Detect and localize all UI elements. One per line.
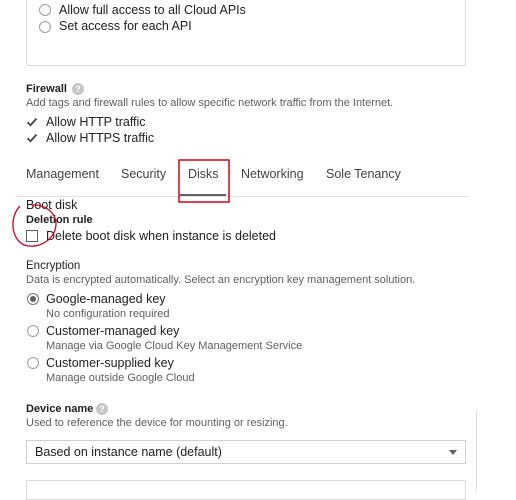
help-icon[interactable]: ? (72, 83, 84, 95)
chevron-down-icon (449, 450, 457, 455)
customer-supplied-key-sub: Manage outside Google Cloud (46, 372, 195, 384)
boot-disk-title: Boot disk (26, 198, 78, 212)
customer-supplied-key-label: Customer-supplied key (46, 356, 174, 370)
encryption-description: Data is encrypted automatically. Select … (26, 274, 416, 286)
next-field-input[interactable] (26, 480, 466, 500)
http-checkbox[interactable] (26, 116, 38, 128)
tab-management[interactable]: Management (26, 167, 99, 181)
access-per-api-radio[interactable] (39, 21, 51, 33)
customer-managed-key-sub: Manage via Google Cloud Key Management S… (46, 340, 303, 352)
device-name-select-value: Based on instance name (default) (35, 445, 222, 459)
http-label: Allow HTTP traffic (46, 115, 146, 129)
delete-boot-disk-checkbox[interactable] (26, 230, 38, 242)
google-managed-key-label: Google-managed key (46, 292, 166, 306)
device-name-title: Device name (26, 403, 94, 415)
google-managed-key-sub: No configuration required (46, 308, 170, 320)
tab-bar-divider (16, 196, 468, 197)
firewall-title: Firewall (26, 83, 67, 95)
device-name-description: Used to reference the device for mountin… (26, 417, 288, 429)
tab-selected-indicator (180, 194, 226, 196)
access-per-api-label: Set access for each API (59, 19, 192, 33)
encryption-title: Encryption (26, 260, 81, 272)
firewall-description: Add tags and firewall rules to allow spe… (26, 97, 394, 109)
device-name-select[interactable]: Based on instance name (default) (26, 440, 466, 464)
https-checkbox[interactable] (26, 132, 38, 144)
help-icon[interactable]: ? (96, 403, 108, 415)
delete-boot-disk-label: Delete boot disk when instance is delete… (46, 229, 277, 243)
https-label: Allow HTTPS traffic (46, 131, 155, 145)
google-managed-key-radio[interactable] (27, 293, 39, 305)
customer-supplied-key-radio[interactable] (27, 357, 39, 369)
tab-networking[interactable]: Networking (241, 167, 304, 181)
access-full-label: Allow full access to all Cloud APIs (59, 3, 246, 17)
tab-sole-tenancy[interactable]: Sole Tenancy (326, 167, 401, 181)
side-panel-edge (476, 410, 516, 491)
access-full-radio[interactable] (39, 4, 51, 16)
tab-disks[interactable]: Disks (188, 167, 219, 181)
tab-security[interactable]: Security (121, 167, 166, 181)
customer-managed-key-radio[interactable] (27, 325, 39, 337)
customer-managed-key-label: Customer-managed key (46, 324, 180, 338)
deletion-rule-title: Deletion rule (26, 214, 93, 226)
